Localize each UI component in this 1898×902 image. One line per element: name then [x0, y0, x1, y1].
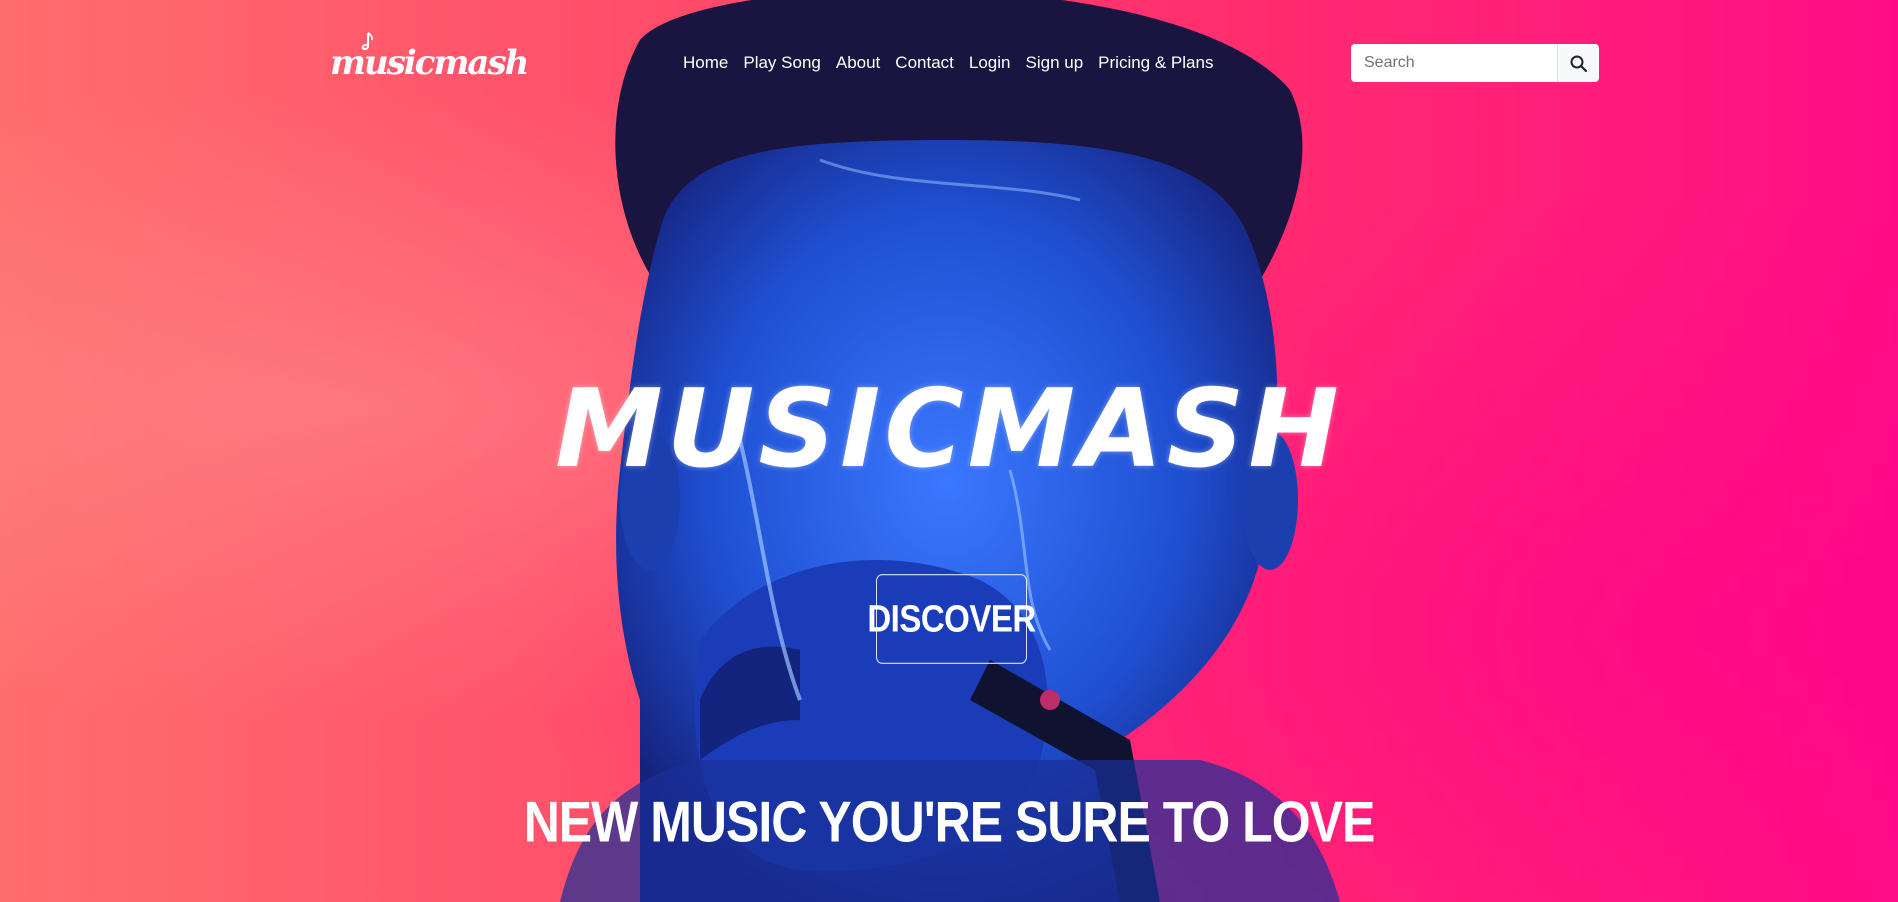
search-button[interactable]: [1557, 44, 1599, 82]
hero-tagline: NEW MUSIC YOU'RE SURE TO LOVE: [523, 789, 1376, 855]
search-input[interactable]: [1351, 44, 1557, 82]
search-icon: [1570, 55, 1587, 72]
nav-link-pricing-plans[interactable]: Pricing & Plans: [1098, 53, 1213, 73]
nav-links: Home Play Song About Contact Login Sign …: [683, 38, 1228, 88]
navbar: musicmash Home Play Song About Contact L…: [0, 32, 1898, 88]
nav-link-sign-up[interactable]: Sign up: [1026, 53, 1084, 73]
nav-link-login[interactable]: Login: [969, 53, 1011, 73]
discover-button[interactable]: DISCOVER: [867, 574, 1036, 664]
hero-section: musicmash Home Play Song About Contact L…: [0, 0, 1898, 902]
nav-link-contact[interactable]: Contact: [895, 53, 954, 73]
hero-title: MUSICMASH: [555, 367, 1343, 492]
nav-link-play-song[interactable]: Play Song: [743, 53, 821, 73]
nav-link-about[interactable]: About: [836, 53, 880, 73]
nav-link-home[interactable]: Home: [683, 53, 728, 73]
music-note-icon: [361, 32, 374, 51]
